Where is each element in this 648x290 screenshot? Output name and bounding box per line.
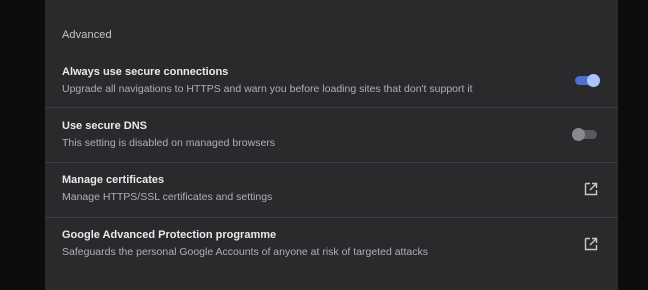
setting-row-manage-certificates[interactable]: Manage certificates Manage HTTPS/SSL cer… xyxy=(45,162,618,216)
row-divider xyxy=(45,107,618,108)
setting-description: Safeguards the personal Google Accounts … xyxy=(62,246,428,258)
row-divider xyxy=(45,217,618,218)
setting-description: Upgrade all navigations to HTTPS and war… xyxy=(62,83,473,95)
setting-description: Manage HTTPS/SSL certificates and settin… xyxy=(62,191,273,203)
toggle-knob xyxy=(587,74,600,87)
setting-description: This setting is disabled on managed brow… xyxy=(62,137,276,149)
setting-title: Manage certificates xyxy=(62,174,165,186)
setting-row-advanced-protection[interactable]: Google Advanced Protection programme Saf… xyxy=(45,217,618,273)
setting-title: Always use secure connections xyxy=(62,66,229,78)
open-in-new-icon[interactable] xyxy=(583,236,599,252)
setting-title: Google Advanced Protection programme xyxy=(62,229,277,241)
setting-row-secure-dns[interactable]: Use secure DNS This setting is disabled … xyxy=(45,107,618,161)
setting-row-secure-connections[interactable]: Always use secure connections Upgrade al… xyxy=(45,56,618,106)
open-in-new-icon[interactable] xyxy=(583,181,599,197)
secure-dns-toggle[interactable] xyxy=(572,127,600,141)
row-divider xyxy=(45,162,618,163)
setting-title: Use secure DNS xyxy=(62,120,147,132)
settings-panel: Advanced Always use secure connections U… xyxy=(45,0,618,290)
secure-connections-toggle[interactable] xyxy=(574,73,602,87)
toggle-knob xyxy=(572,128,585,141)
window-background: Advanced Always use secure connections U… xyxy=(0,0,648,290)
section-title: Advanced xyxy=(62,29,112,41)
